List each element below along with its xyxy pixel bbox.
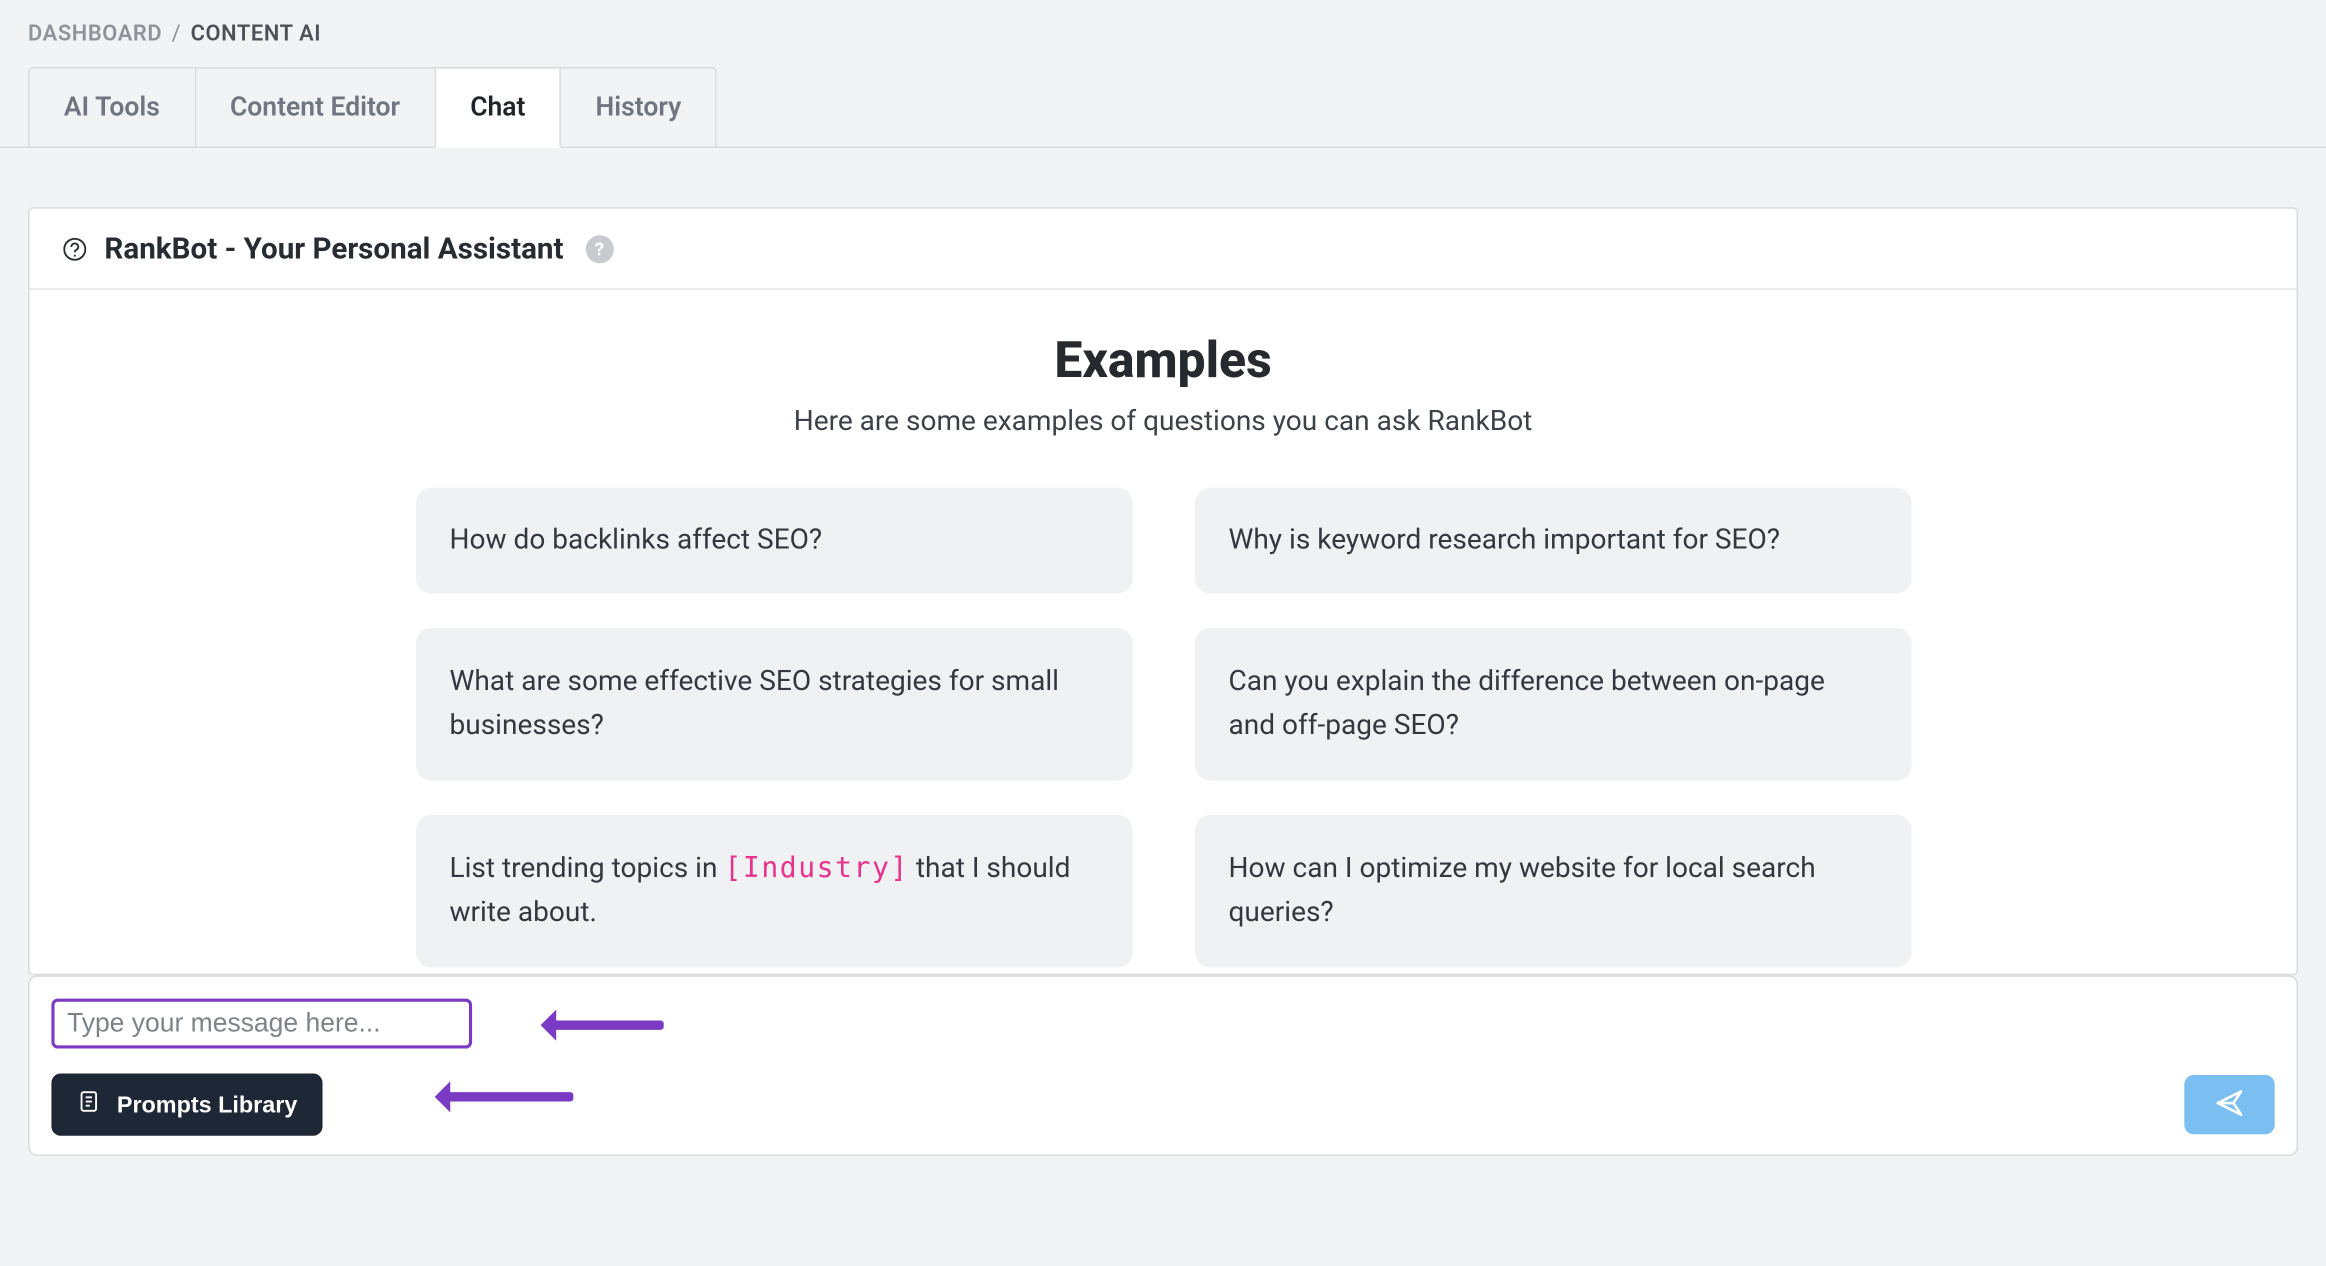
example-card[interactable]: How can I optimize my website for local … <box>1194 815 1911 968</box>
examples-subheading: Here are some examples of questions you … <box>92 405 2234 438</box>
example-variable: [Industry] <box>724 852 908 885</box>
example-text: How do backlinks affect SEO? <box>449 519 822 562</box>
panel-header: RankBot - Your Personal Assistant ? <box>30 209 2297 290</box>
example-text: How can I optimize my website for local … <box>1228 848 1876 935</box>
message-input-highlight <box>51 999 472 1049</box>
example-card[interactable]: How do backlinks affect SEO? <box>415 488 1132 594</box>
example-text: What are some effective SEO strategies f… <box>449 661 1097 748</box>
breadcrumb-current: CONTENT AI <box>191 22 322 47</box>
example-card[interactable]: List trending topics in [Industry] that … <box>415 815 1132 968</box>
send-button[interactable] <box>2184 1075 2274 1134</box>
breadcrumb: DASHBOARD / CONTENT AI <box>0 0 2326 62</box>
prompts-library-button[interactable]: Prompts Library <box>51 1073 322 1135</box>
document-icon <box>76 1089 101 1120</box>
example-text: Why is keyword research important for SE… <box>1228 519 1780 562</box>
examples-heading: Examples <box>92 330 2234 389</box>
panel-title: RankBot - Your Personal Assistant <box>104 231 563 267</box>
example-text: Can you explain the difference between o… <box>1228 661 1876 748</box>
tab-content-editor[interactable]: Content Editor <box>194 67 436 146</box>
example-text: List trending topics in [Industry] that … <box>449 848 1097 935</box>
annotation-arrow <box>441 1092 573 1101</box>
example-card[interactable]: What are some effective SEO strategies f… <box>415 628 1132 781</box>
prompts-library-label: Prompts Library <box>117 1091 298 1117</box>
composer-panel: Prompts Library <box>28 975 2298 1156</box>
example-card[interactable]: Can you explain the difference between o… <box>1194 628 1911 781</box>
tab-history[interactable]: History <box>560 67 717 146</box>
help-icon[interactable]: ? <box>585 234 613 262</box>
example-grid: How do backlinks affect SEO? Why is keyw… <box>92 488 2234 968</box>
examples-area: Examples Here are some examples of quest… <box>30 290 2297 974</box>
message-input[interactable] <box>67 1008 457 1039</box>
tabs: AI Tools Content Editor Chat History <box>0 62 2326 148</box>
tab-chat[interactable]: Chat <box>434 67 561 148</box>
annotation-arrow <box>547 1020 664 1029</box>
chat-panel: RankBot - Your Personal Assistant ? Exam… <box>28 207 2298 975</box>
tab-ai-tools[interactable]: AI Tools <box>28 67 196 146</box>
breadcrumb-separator: / <box>172 22 182 47</box>
rankbot-icon <box>61 234 89 262</box>
example-card[interactable]: Why is keyword research important for SE… <box>1194 488 1911 594</box>
breadcrumb-root[interactable]: DASHBOARD <box>28 22 162 47</box>
send-icon <box>2214 1087 2245 1123</box>
